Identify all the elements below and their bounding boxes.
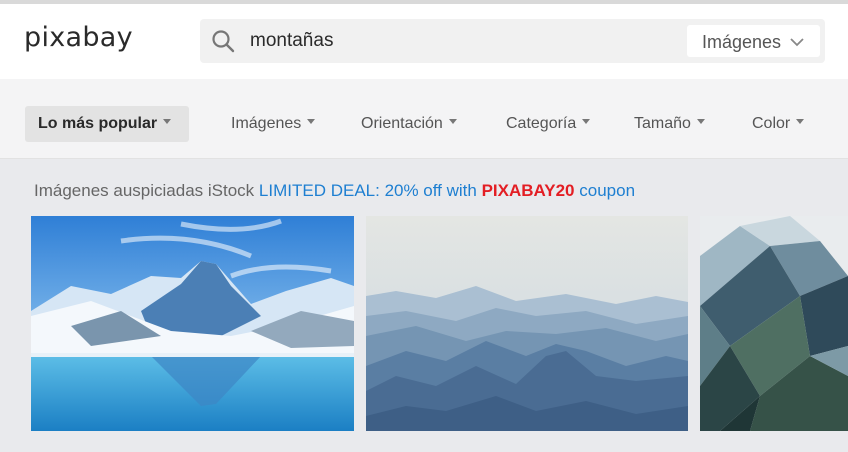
deal-link[interactable]: LIMITED DEAL: 20% off with PIXABAY20 cou… <box>259 181 635 200</box>
search-input[interactable] <box>250 19 650 63</box>
image-thumbnail-1[interactable] <box>31 216 354 431</box>
caret-down-icon <box>307 119 316 125</box>
caret-down-icon <box>163 119 172 125</box>
filter-bar: Lo más popular Imágenes Orientación Cate… <box>0 79 848 159</box>
caret-down-icon <box>448 119 457 125</box>
media-type-select[interactable]: Imágenes <box>687 25 820 57</box>
coupon-code: PIXABAY20 <box>481 181 575 200</box>
low-poly-mountains-image <box>700 216 848 431</box>
sponsored-banner: Imágenes auspiciadas iStock LIMITED DEAL… <box>34 181 635 201</box>
filter-images[interactable]: Imágenes <box>231 115 316 133</box>
caret-down-icon <box>796 119 805 125</box>
snowy-peak-lake-image <box>31 216 354 431</box>
caret-down-icon <box>582 119 591 125</box>
search-bar: Imágenes <box>200 19 825 63</box>
sort-label: Lo más popular <box>38 115 172 133</box>
image-thumbnail-2[interactable] <box>366 216 688 431</box>
chevron-down-icon <box>790 38 804 47</box>
caret-down-icon <box>696 119 705 125</box>
filter-category[interactable]: Categoría <box>506 115 591 133</box>
search-icon[interactable] <box>210 28 236 54</box>
sponsored-prefix: Imágenes auspiciadas iStock <box>34 181 255 200</box>
filter-orientation[interactable]: Orientación <box>361 115 457 133</box>
sort-popular-button[interactable]: Lo más popular <box>25 106 189 142</box>
header: pixabay Imágenes <box>0 4 848 79</box>
filter-size[interactable]: Tamaño <box>634 115 705 133</box>
image-thumbnail-3[interactable] <box>700 216 848 431</box>
filter-color[interactable]: Color <box>752 115 805 133</box>
misty-mountains-image <box>366 216 688 431</box>
page-bottom <box>0 440 848 452</box>
pixabay-logo[interactable]: pixabay <box>24 22 133 53</box>
media-type-label: Imágenes <box>702 32 782 52</box>
